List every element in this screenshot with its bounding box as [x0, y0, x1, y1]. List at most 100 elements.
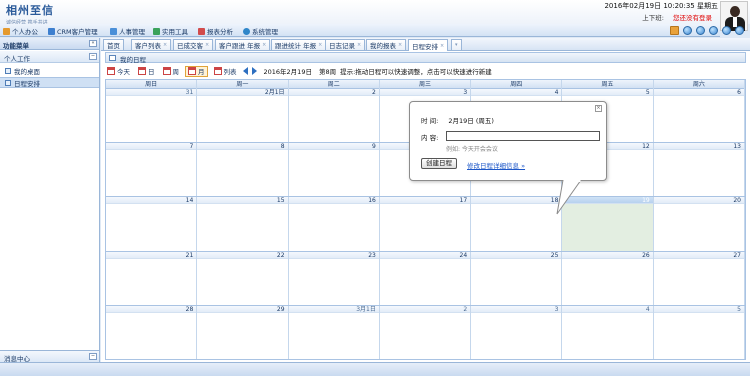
- close-icon[interactable]: ×: [398, 42, 402, 48]
- calendar-day-cell[interactable]: 2: [288, 89, 380, 143]
- calendar-day-cell[interactable]: 16: [288, 197, 380, 251]
- sidebar-group-personal-work[interactable]: 个人工作 −: [0, 51, 99, 63]
- tab-my-reports[interactable]: 我的报表 ×: [366, 39, 407, 50]
- tab-home[interactable]: 首页: [103, 39, 124, 50]
- tab-customer-followup[interactable]: 客户跟进 年报 ×: [215, 39, 271, 50]
- today-button[interactable]: 今天: [105, 66, 132, 77]
- calendar-day-cell[interactable]: 24: [379, 251, 472, 305]
- menu-tools[interactable]: 实用工具: [153, 26, 188, 36]
- footer-collapse-button[interactable]: −: [89, 353, 97, 360]
- calendar-day-cell[interactable]: 23: [288, 251, 380, 305]
- calendar-day-cell[interactable]: 13: [653, 143, 745, 197]
- help-icon[interactable]: [709, 26, 718, 35]
- day-number: 25: [471, 251, 562, 259]
- main-menu-bar: 个人办公 CRM客户管理 人事管理 实用工具 报表分析 系统管理: [0, 24, 720, 37]
- week-view-button[interactable]: 周: [161, 66, 182, 77]
- calendar-day-cell[interactable]: 21: [106, 251, 198, 305]
- calendar-day-cell[interactable]: 15: [197, 197, 289, 251]
- menu-item-label: 系统管理: [252, 28, 278, 36]
- calendar-day-cell[interactable]: 2: [379, 305, 472, 359]
- weekday-header: 周日 周一 周二 周三 周四 周五 周六: [106, 80, 745, 89]
- crm-icon: [48, 27, 55, 35]
- exit-icon[interactable]: [735, 26, 744, 35]
- weekday-label: 周四: [471, 80, 563, 89]
- menu-personal-office[interactable]: 个人办公: [3, 26, 38, 36]
- close-icon[interactable]: ×: [163, 42, 167, 48]
- main-content: 首页 客户列表 × 已成交客 × 客户跟进 年报 × 跟进统计 年报 × 日志记录 × 我…: [101, 38, 750, 362]
- close-icon[interactable]: ×: [262, 42, 266, 48]
- day-number: 29: [197, 305, 288, 313]
- event-content-input[interactable]: [446, 131, 600, 141]
- edit-details-link[interactable]: 修改日程详细信息 »: [467, 160, 525, 170]
- weekday-label: 周五: [562, 80, 654, 89]
- close-icon[interactable]: ×: [595, 105, 602, 112]
- day-number: 24: [379, 251, 471, 259]
- app-header: 相州至信 诚信经营 携手共进 2016年02月19日 10:20:35 星期五 …: [0, 0, 750, 31]
- mail-icon[interactable]: [696, 26, 705, 35]
- shift-label: 上下班:: [642, 14, 664, 22]
- calendar-day-cell[interactable]: 28: [106, 305, 198, 359]
- close-icon[interactable]: ×: [357, 42, 361, 48]
- calendar-icon: [107, 67, 115, 75]
- popup-time-row: 时 间: 2月19日 (周五): [421, 115, 494, 125]
- sidebar-item-schedule[interactable]: 日程安排: [0, 77, 99, 88]
- tab-schedule[interactable]: 日程安排 ×: [408, 39, 449, 51]
- calendar-day-cell[interactable]: 31: [106, 89, 198, 143]
- menu-hr[interactable]: 人事管理: [110, 26, 145, 36]
- close-icon[interactable]: ×: [318, 42, 322, 48]
- calendar-day-cell[interactable]: 4: [562, 305, 654, 359]
- calendar-day-cell[interactable]: 5: [653, 305, 745, 359]
- close-icon[interactable]: ×: [205, 42, 209, 48]
- day-number: 17: [379, 197, 471, 205]
- calendar-day-cell[interactable]: 14: [106, 197, 198, 251]
- calendar-day-cell[interactable]: 26: [562, 251, 654, 305]
- create-event-button[interactable]: 创建日程: [421, 158, 457, 169]
- sidebar-collapse-button[interactable]: «: [89, 40, 97, 47]
- settings-icon[interactable]: [722, 26, 731, 35]
- tab-label: 跟进统计 年报: [275, 42, 317, 50]
- weekday-label: 周三: [380, 80, 472, 89]
- tools-icon: [153, 27, 160, 35]
- day-view-button[interactable]: 日: [136, 66, 157, 77]
- calendar-day-cell[interactable]: 6: [653, 89, 745, 143]
- person-icon: [3, 27, 10, 35]
- chart-icon: [198, 27, 205, 35]
- tab-followup-stats[interactable]: 跟进统计 年报 ×: [271, 39, 327, 50]
- month-view-button[interactable]: 月: [185, 65, 208, 77]
- prev-arrow-icon[interactable]: [242, 67, 248, 75]
- calendar-day-cell[interactable]: 29: [197, 305, 289, 359]
- calendar-day-cell[interactable]: 27: [653, 251, 745, 305]
- close-icon[interactable]: ×: [440, 43, 444, 49]
- sidebar-message-center[interactable]: 消息中心 −: [0, 350, 99, 363]
- menu-crm[interactable]: CRM客户管理: [48, 26, 98, 36]
- tab-customer-list[interactable]: 客户列表 ×: [131, 39, 172, 50]
- calendar-day-cell[interactable]: 22: [197, 251, 289, 305]
- day-number: 8: [197, 143, 288, 151]
- calendar-day-cell[interactable]: 7: [106, 143, 198, 197]
- calendar-day-cell[interactable]: 20: [653, 197, 745, 251]
- menu-reports[interactable]: 报表分析: [198, 26, 233, 36]
- calendar-day-cell[interactable]: 9: [288, 143, 380, 197]
- day-number: 23: [288, 251, 379, 259]
- calendar-day-cell[interactable]: 3: [471, 305, 563, 359]
- tab-log[interactable]: 日志记录 ×: [325, 39, 366, 50]
- list-view-button[interactable]: 列表: [212, 66, 239, 77]
- group-collapse-button[interactable]: −: [89, 53, 97, 60]
- calendar-day-cell[interactable]: 25: [471, 251, 563, 305]
- avatar-head: [730, 6, 740, 17]
- calendar-day-cell[interactable]: 8: [197, 143, 289, 197]
- calendar-day-cell[interactable]: 2月1日: [197, 89, 289, 143]
- home-icon[interactable]: [670, 26, 679, 35]
- sign-status-link[interactable]: 您还没有登录: [673, 12, 712, 22]
- calendar-day-cell[interactable]: 3月1日: [288, 305, 380, 359]
- sidebar-item-my-desktop[interactable]: 我的桌面: [0, 65, 99, 76]
- next-arrow-icon[interactable]: [251, 67, 257, 75]
- tab-more-dropdown[interactable]: ▾: [451, 39, 462, 50]
- calendar-day-cell[interactable]: 18: [471, 197, 563, 251]
- menu-system[interactable]: 系统管理: [243, 26, 278, 36]
- refresh-icon[interactable]: [683, 26, 692, 35]
- calendar-day-cell[interactable]: 17: [379, 197, 472, 251]
- week-number: 第8周: [318, 68, 337, 76]
- logo-text: 相州至信: [6, 4, 54, 17]
- tab-deals[interactable]: 已成交客 ×: [173, 39, 214, 50]
